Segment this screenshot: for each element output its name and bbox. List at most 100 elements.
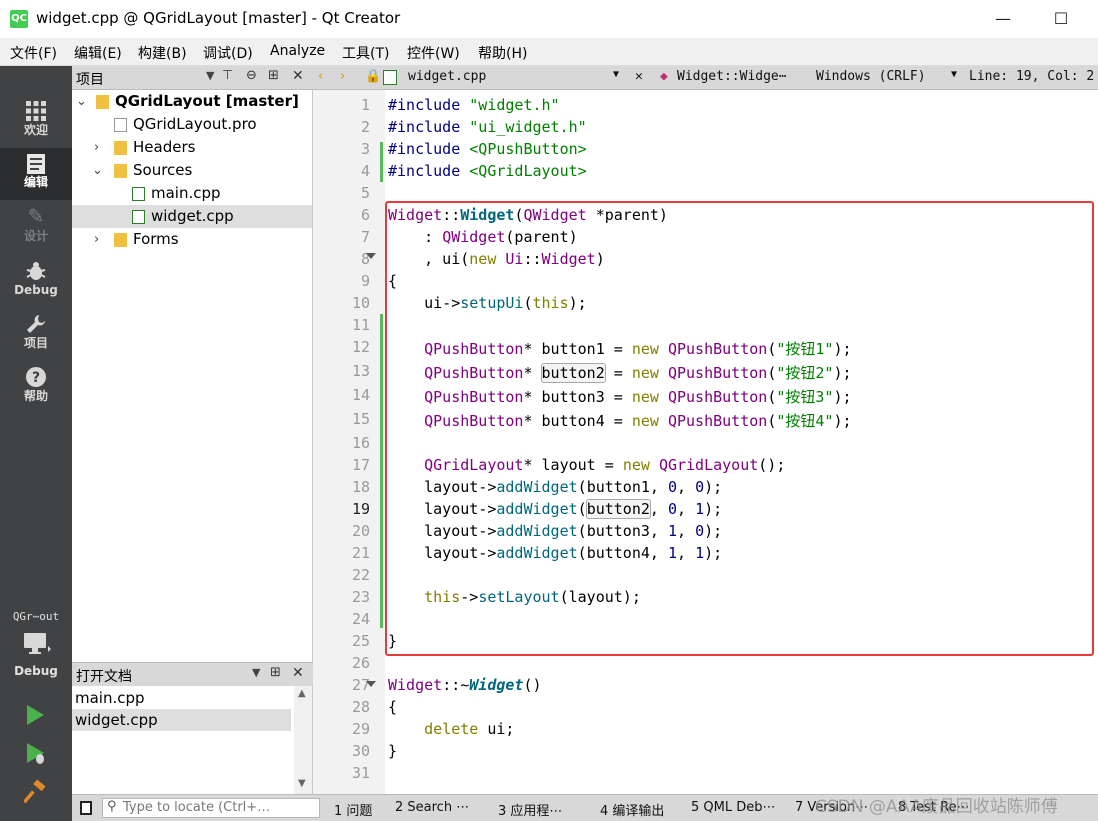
line-number-gutter: 1 2 3 4 5 6 7 8 9 10 11 12 13 14 15 16 1… bbox=[313, 90, 385, 794]
file-dropdown-icon[interactable]: ▼ bbox=[613, 69, 619, 80]
output-tab-qml-debugger[interactable]: 5 QML Deb⋯ bbox=[691, 800, 776, 815]
line-number: 29 bbox=[351, 720, 370, 738]
link-icon[interactable]: ⊖ bbox=[246, 68, 257, 83]
line-number: 4 bbox=[360, 162, 370, 180]
menu-tools[interactable]: 工具(T) bbox=[342, 43, 389, 63]
window-title: widget.cpp @ QGridLayout [master] - Qt C… bbox=[36, 9, 401, 27]
current-file[interactable]: widget.cpp bbox=[408, 69, 486, 84]
line-number: 11 bbox=[351, 316, 370, 334]
open-doc-item[interactable]: widget.cpp bbox=[72, 709, 291, 731]
split-icon[interactable]: ⊞ bbox=[268, 68, 279, 83]
chevron-down-icon[interactable]: ⌄ bbox=[92, 159, 103, 182]
mode-help[interactable]: ? 帮助 bbox=[0, 362, 72, 414]
code-line: } bbox=[388, 742, 398, 760]
line-ending-dropdown-icon[interactable]: ▼ bbox=[951, 69, 957, 80]
chevron-right-icon[interactable]: › bbox=[94, 136, 99, 159]
mode-label: 设计 bbox=[23, 229, 48, 243]
menu-debug[interactable]: 调试(D) bbox=[203, 43, 253, 63]
wrench-icon bbox=[0, 311, 72, 335]
tree-item-pro-file[interactable]: QGridLayout.pro bbox=[72, 113, 312, 136]
code-line: #include <QPushButton> bbox=[388, 140, 587, 158]
line-number: 26 bbox=[351, 654, 370, 672]
line-number: 15 bbox=[351, 410, 370, 428]
tree-item-label: widget.cpp bbox=[151, 207, 234, 225]
line-number: 17 bbox=[351, 456, 370, 474]
line-number: 1 bbox=[360, 96, 370, 114]
locator-placeholder: Type to locate (Ctrl+… bbox=[123, 800, 271, 815]
chevron-right-icon[interactable]: › bbox=[94, 228, 99, 251]
mode-debug[interactable]: Debug bbox=[0, 256, 72, 308]
line-number: 9 bbox=[360, 272, 370, 290]
scroll-up-icon[interactable]: ▲ bbox=[298, 688, 306, 699]
output-tab-compile[interactable]: 4 编译输出 bbox=[600, 800, 664, 819]
line-number: 7 bbox=[360, 228, 370, 246]
tree-item-main-cpp[interactable]: main.cpp bbox=[72, 182, 312, 205]
menu-controls[interactable]: 控件(W) bbox=[407, 43, 460, 63]
menu-bar: 文件(F) 编辑(E) 构建(B) 调试(D) Analyze 工具(T) 控件… bbox=[0, 38, 1098, 66]
help-icon: ? bbox=[0, 364, 72, 388]
line-number: 2 bbox=[360, 118, 370, 136]
maximize-button[interactable]: ☐ bbox=[1038, 4, 1084, 34]
menu-build[interactable]: 构建(B) bbox=[138, 43, 187, 63]
mode-design[interactable]: ✎ 设计 bbox=[0, 202, 72, 254]
forward-arrow-icon[interactable]: › bbox=[340, 69, 345, 84]
line-number: 18 bbox=[351, 478, 370, 496]
line-number: 16 bbox=[351, 434, 370, 452]
tree-item-project[interactable]: ⌄ QGridLayout [master] bbox=[72, 90, 312, 113]
run-icon bbox=[24, 705, 46, 730]
tree-item-headers[interactable]: › Headers bbox=[72, 136, 312, 159]
tree-item-sources[interactable]: ⌄ Sources bbox=[72, 159, 312, 182]
pro-file-icon bbox=[114, 118, 127, 132]
output-tab-app-output[interactable]: 3 应用程⋯ bbox=[498, 800, 562, 819]
pane-dropdown-icon[interactable]: ▼ bbox=[206, 69, 214, 82]
fold-marker-icon[interactable] bbox=[366, 681, 376, 687]
menu-analyze[interactable]: Analyze bbox=[270, 43, 325, 59]
line-number: 8 bbox=[360, 250, 370, 268]
close-icon[interactable]: ✕ bbox=[292, 665, 304, 681]
fold-marker-icon[interactable] bbox=[366, 253, 376, 259]
filter-icon[interactable]: ⊤ bbox=[222, 68, 233, 83]
line-ending-selector[interactable]: Windows (CRLF) bbox=[816, 69, 926, 84]
mode-projects[interactable]: 项目 bbox=[0, 309, 72, 361]
mode-edit[interactable]: 编辑 bbox=[0, 148, 72, 200]
project-pane-header: 项目 ▼ ⊤ ⊖ ⊞ ✕ bbox=[72, 66, 313, 90]
back-arrow-icon[interactable]: ‹ bbox=[318, 69, 323, 84]
line-number: 28 bbox=[351, 698, 370, 716]
tree-item-label: QGridLayout [master] bbox=[115, 92, 299, 110]
tree-item-forms[interactable]: › Forms bbox=[72, 228, 312, 251]
sidebar-toggle-icon[interactable] bbox=[80, 801, 92, 815]
code-line: #include "ui_widget.h" bbox=[388, 118, 587, 136]
output-tab-search[interactable]: 2 Search ⋯ bbox=[395, 800, 469, 815]
edit-icon bbox=[0, 150, 72, 174]
watermark: CSDN @AAA废品回收站陈师傅 bbox=[815, 797, 1058, 817]
editor-toolbar: ‹ › 🔒 widget.cpp ▼ ✕ ◆ Widget::Widge⋯ Wi… bbox=[313, 66, 1098, 90]
close-icon[interactable]: ✕ bbox=[292, 68, 304, 84]
hammer-icon bbox=[22, 779, 48, 808]
chevron-down-icon[interactable]: ⌄ bbox=[76, 90, 87, 113]
project-pane-title: 项目 bbox=[76, 72, 104, 88]
menu-edit[interactable]: 编辑(E) bbox=[74, 43, 122, 63]
minimize-button[interactable]: — bbox=[980, 4, 1026, 34]
debug-run-button[interactable] bbox=[24, 742, 48, 770]
pane-dropdown-icon[interactable]: ▼ bbox=[252, 666, 260, 679]
open-doc-item[interactable]: main.cpp bbox=[72, 687, 291, 709]
menu-help[interactable]: 帮助(H) bbox=[478, 43, 527, 63]
tree-item-widget-cpp[interactable]: widget.cpp bbox=[72, 205, 312, 228]
open-documents-list: main.cpp widget.cpp ▲ ▼ bbox=[72, 686, 313, 794]
cpp-file-icon bbox=[132, 187, 145, 201]
mode-welcome[interactable]: 欢迎 bbox=[0, 96, 72, 148]
run-button[interactable] bbox=[24, 704, 46, 730]
locator-input[interactable]: ⚲ Type to locate (Ctrl+… bbox=[102, 798, 320, 818]
output-tab-issues[interactable]: 1 问题 bbox=[334, 800, 372, 819]
open-docs-scrollbar[interactable]: ▲ ▼ bbox=[294, 686, 312, 794]
line-number: 20 bbox=[351, 522, 370, 540]
menu-file[interactable]: 文件(F) bbox=[10, 43, 57, 63]
line-number: 12 bbox=[351, 338, 370, 356]
scroll-down-icon[interactable]: ▼ bbox=[298, 778, 306, 789]
close-file-icon[interactable]: ✕ bbox=[635, 69, 643, 84]
symbol-selector[interactable]: Widget::Widge⋯ bbox=[677, 69, 787, 84]
split-icon[interactable]: ⊞ bbox=[270, 665, 281, 680]
build-button[interactable] bbox=[22, 779, 48, 808]
cursor-position[interactable]: Line: 19, Col: 2 bbox=[969, 69, 1094, 84]
kit-selector[interactable] bbox=[22, 632, 52, 660]
